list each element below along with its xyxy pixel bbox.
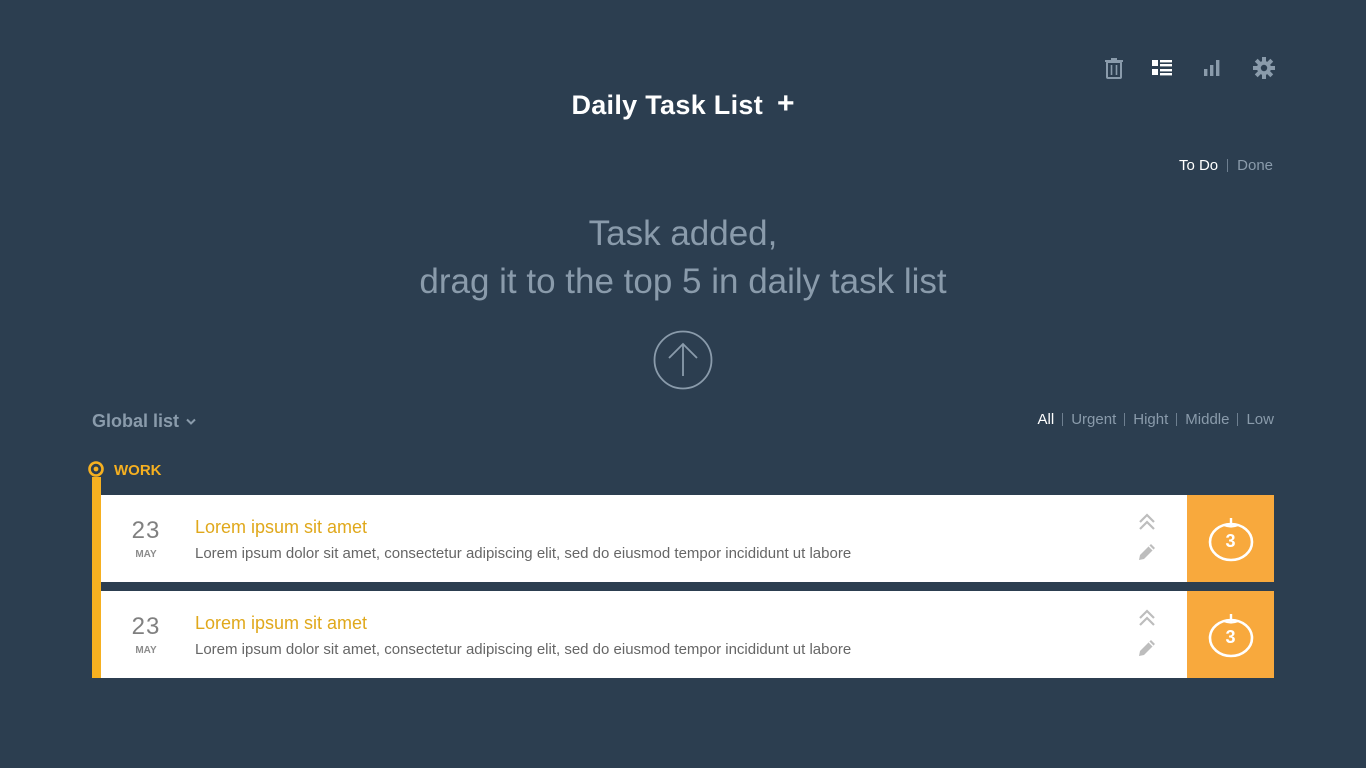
filter-low[interactable]: Low bbox=[1246, 411, 1274, 428]
pomodoro-counter: 3 bbox=[1207, 515, 1255, 563]
list-view-button[interactable] bbox=[1148, 54, 1176, 82]
task-card[interactable]: 23 MAY Lorem ipsum sit amet Lorem ipsum … bbox=[101, 591, 1274, 678]
filter-divider bbox=[1237, 413, 1239, 426]
pomodoro-count: 3 bbox=[1225, 626, 1236, 647]
task-date: 23 MAY bbox=[101, 591, 191, 678]
chevron-down-icon bbox=[186, 418, 196, 425]
global-list-label: Global list bbox=[92, 411, 180, 431]
message-line-1: Task added, bbox=[588, 214, 778, 253]
pencil-icon[interactable] bbox=[1137, 542, 1157, 562]
task-day: 23 bbox=[131, 517, 161, 544]
message-line-2: drag it to the top 5 in daily task list bbox=[419, 262, 947, 301]
task-month: MAY bbox=[135, 549, 157, 560]
task-description: Lorem ipsum dolor sit amet, consectetur … bbox=[195, 641, 852, 658]
filter-divider bbox=[1124, 413, 1126, 426]
page-title: Daily Task List bbox=[571, 90, 764, 120]
stats-icon bbox=[1204, 60, 1220, 76]
filter-urgent[interactable]: Urgent bbox=[1071, 411, 1116, 428]
pomodoro-counter: 3 bbox=[1207, 611, 1255, 659]
task-description: Lorem ipsum dolor sit amet, consectetur … bbox=[195, 545, 852, 562]
title-bar: Daily Task List + bbox=[0, 89, 1366, 121]
filter-hight[interactable]: Hight bbox=[1133, 411, 1168, 428]
add-task-button[interactable]: + bbox=[777, 89, 795, 119]
pencil-icon[interactable] bbox=[1137, 638, 1157, 658]
pomodoro-button[interactable]: 3 bbox=[1187, 495, 1274, 582]
group-timeline bbox=[92, 477, 101, 678]
list-icon bbox=[1152, 60, 1172, 76]
trash-icon bbox=[1105, 58, 1123, 79]
tab-todo[interactable]: To Do bbox=[1179, 157, 1218, 174]
global-list-dropdown[interactable]: Global list bbox=[92, 411, 196, 432]
task-title[interactable]: Lorem ipsum sit amet bbox=[195, 517, 367, 538]
filter-divider bbox=[1062, 413, 1064, 426]
settings-button[interactable] bbox=[1250, 54, 1278, 82]
pomodoro-count: 3 bbox=[1225, 530, 1236, 551]
task-added-message: Task added, drag it to the top 5 in dail… bbox=[0, 210, 1366, 306]
stats-button[interactable] bbox=[1198, 54, 1226, 82]
double-chevron-up-icon[interactable] bbox=[1137, 609, 1157, 629]
tab-done[interactable]: Done bbox=[1237, 157, 1273, 174]
tab-divider bbox=[1227, 159, 1229, 172]
group-marker-icon bbox=[88, 461, 104, 477]
task-date: 23 MAY bbox=[101, 495, 191, 582]
view-tabs: To Do Done bbox=[1179, 157, 1273, 174]
task-day: 23 bbox=[131, 613, 161, 640]
filter-divider bbox=[1176, 413, 1178, 426]
group-label: WORK bbox=[114, 462, 162, 479]
filter-middle[interactable]: Middle bbox=[1185, 411, 1229, 428]
toolbar bbox=[1100, 54, 1280, 82]
arrow-up-circle-icon[interactable] bbox=[653, 330, 713, 390]
filter-all[interactable]: All bbox=[1038, 411, 1055, 428]
double-chevron-up-icon[interactable] bbox=[1137, 513, 1157, 533]
trash-button[interactable] bbox=[1100, 54, 1128, 82]
task-month: MAY bbox=[135, 645, 157, 656]
settings-icon bbox=[1253, 57, 1275, 79]
task-title[interactable]: Lorem ipsum sit amet bbox=[195, 613, 367, 634]
task-card[interactable]: 23 MAY Lorem ipsum sit amet Lorem ipsum … bbox=[101, 495, 1274, 582]
pomodoro-button[interactable]: 3 bbox=[1187, 591, 1274, 678]
priority-filters: All Urgent Hight Middle Low bbox=[1038, 411, 1274, 428]
